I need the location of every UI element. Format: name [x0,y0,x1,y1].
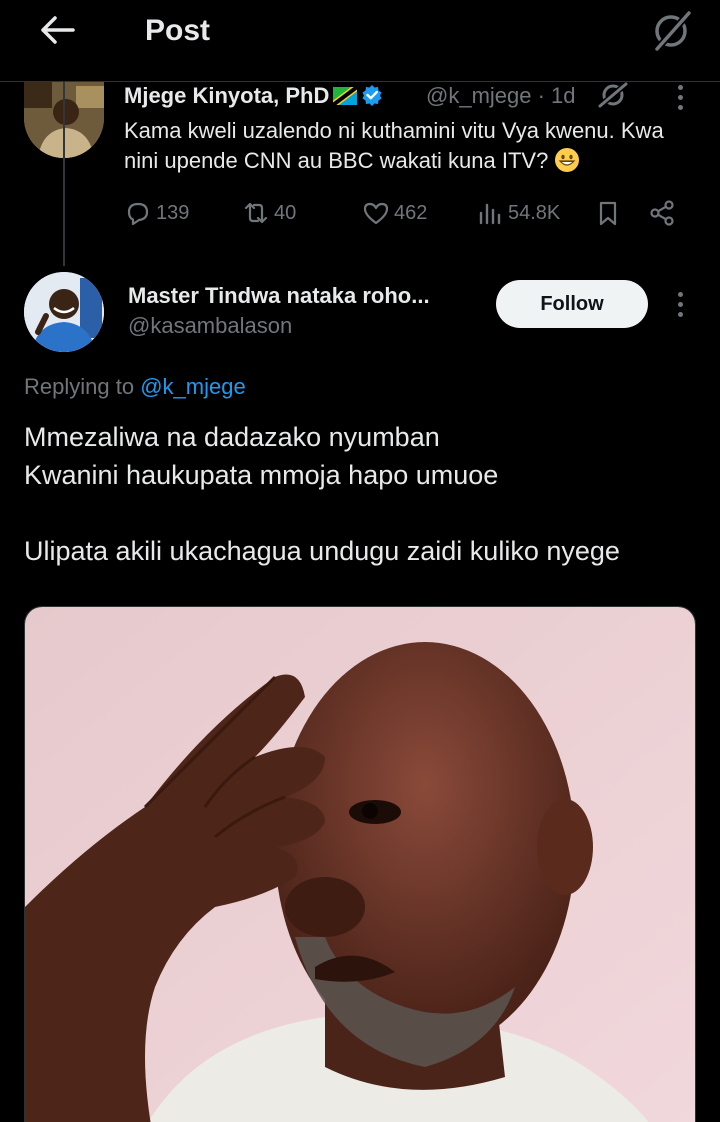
author-name-text: Mjege Kinyota, PhD [124,83,330,108]
like-count: 462 [394,201,428,224]
dot-icon [677,104,683,110]
bookmark-button[interactable] [594,196,622,230]
author-handle-time: @k_mjege · 1d [426,83,576,108]
media-photo [25,607,695,1122]
dot-icon [677,311,683,317]
replying-to: Replying to @k_mjege [24,372,246,402]
mention-link[interactable]: @k_mjege [140,374,246,399]
page-title: Post [145,14,211,47]
parent-tweet[interactable]: Mjege Kinyota, PhD @k_mjege · 1d Kama kw… [0,81,720,282]
reply-icon [127,202,149,226]
repost-icon [244,202,268,224]
replying-prefix: Replying to [24,374,135,399]
share-button[interactable] [648,196,676,230]
author-handle[interactable]: @kasambalason [128,312,292,340]
author-name[interactable]: Mjege Kinyota, PhD [124,82,383,110]
tweet-text-line: Mmezaliwa na dadazako nyumban [24,422,440,452]
like-button[interactable]: 462 [362,196,427,230]
dot-icon [677,291,683,297]
arrow-left-icon [41,16,75,44]
thread-connector [63,82,65,266]
grok-icon [598,81,628,109]
tweet-text-line: Kwanini haukupata mmoja hapo umuoe [24,460,499,490]
tweet-text-line: Ulipata akili ukachagua undugu zaidi kul… [24,536,620,566]
avatar-image [24,272,104,352]
tweet-actions: 139 40 462 54.8K [124,196,684,230]
top-bar: Post [0,0,720,82]
dot-icon [677,84,683,90]
tweet-text: Kama kweli uzalendo ni kuthamini vitu Vy… [124,116,694,176]
follow-button[interactable]: Follow [496,280,648,328]
author-name[interactable]: Master Tindwa nataka roho... [128,282,430,310]
more-options-button[interactable] [670,82,690,112]
views-icon [479,203,501,225]
tweet-text-content: Kama kweli uzalendo ni kuthamini vitu Vy… [124,118,664,173]
grinning-face-emoji [555,148,580,172]
heart-icon [363,202,389,225]
avatar[interactable] [24,272,104,352]
grok-button[interactable] [646,6,696,56]
grok-icon [654,10,692,52]
reply-count: 139 [156,201,190,224]
share-icon [650,200,674,226]
dot-icon [677,94,683,100]
reply-button[interactable]: 139 [124,196,189,230]
views-button[interactable]: 54.8K [476,196,560,230]
tanzania-flag-icon [333,87,358,105]
views-count: 54.8K [508,201,561,224]
repost-count: 40 [274,201,297,224]
dot-icon [677,301,683,307]
grok-explain-button[interactable] [596,81,630,109]
tweet-media-image[interactable] [24,606,696,1122]
verified-badge-icon [362,85,382,106]
more-options-button[interactable] [670,289,690,319]
repost-button[interactable]: 40 [242,196,296,230]
back-button[interactable] [34,12,80,48]
bookmark-icon [599,201,617,226]
